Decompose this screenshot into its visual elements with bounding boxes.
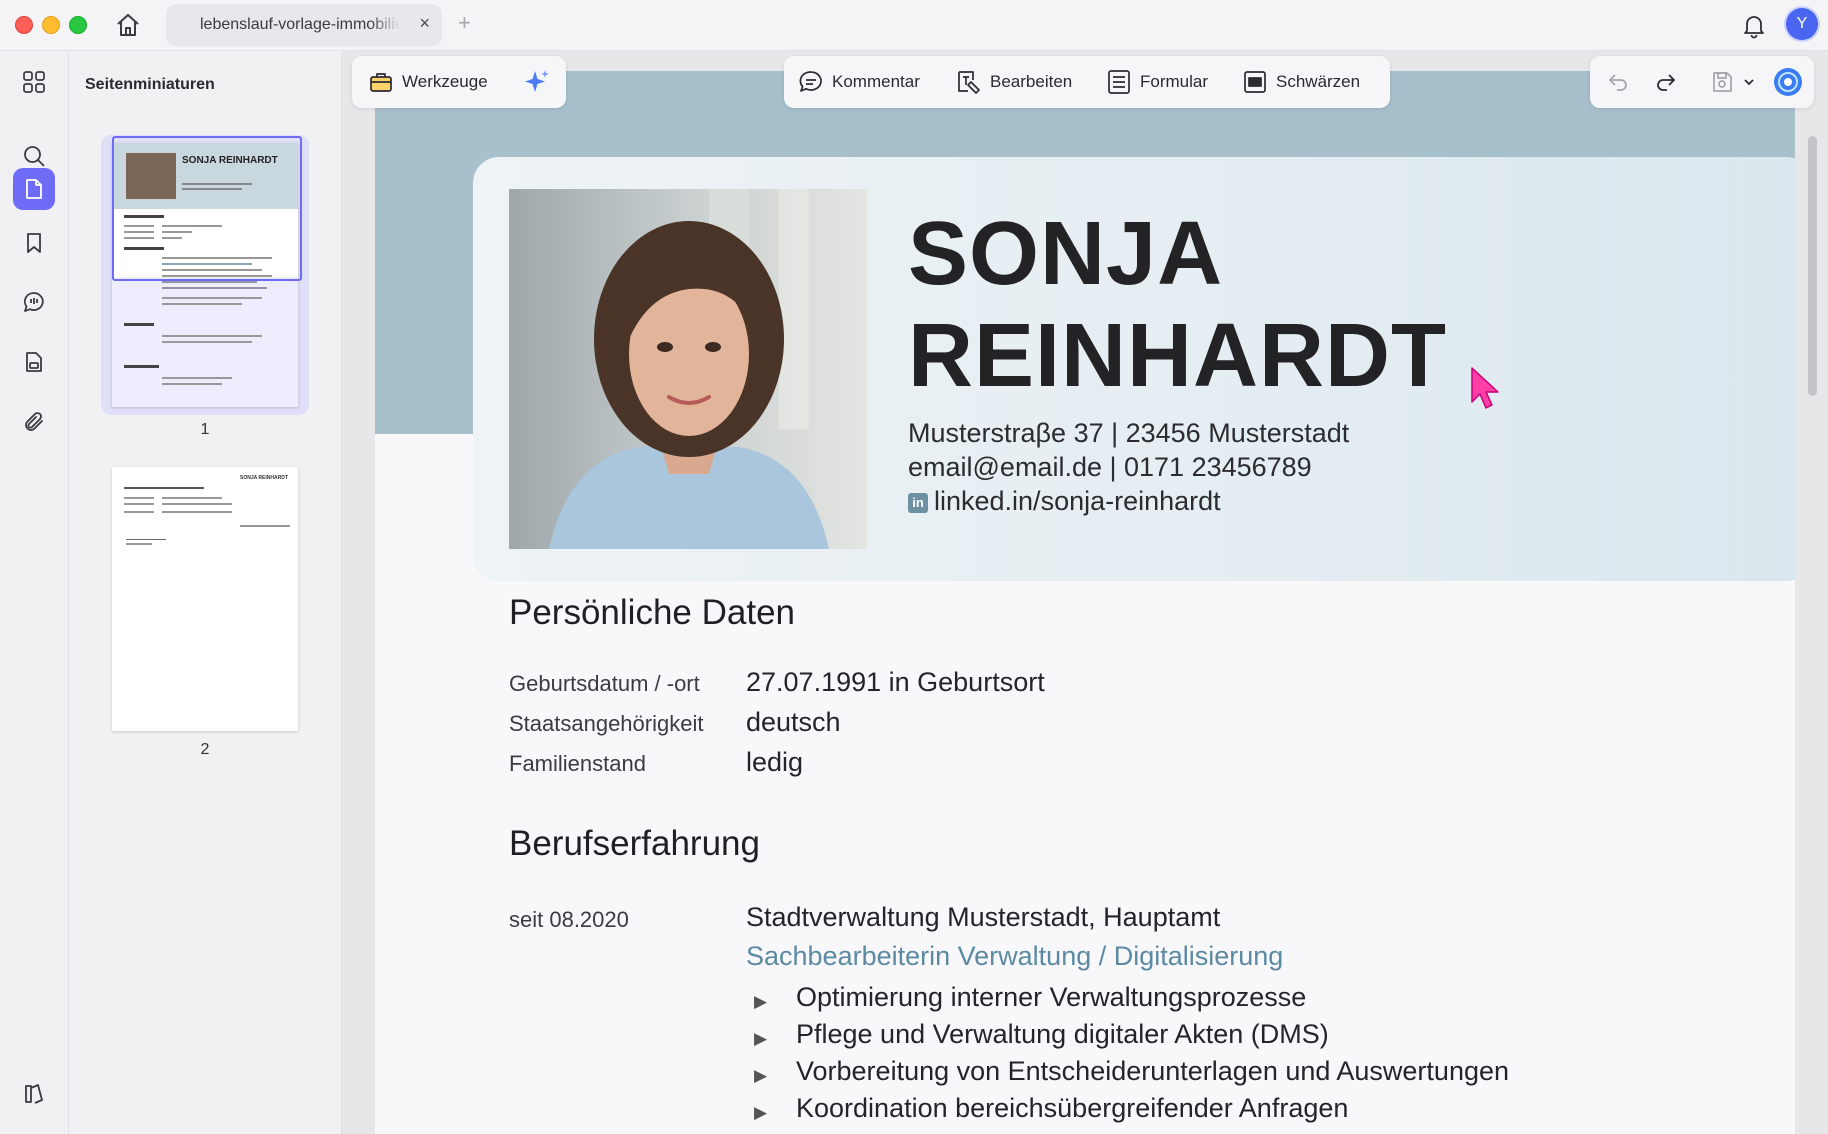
nationality-label: Staatsangehörigkeit <box>509 711 704 736</box>
vertical-scrollbar[interactable] <box>1808 136 1817 396</box>
tools-label: Werkzeuge <box>402 72 488 91</box>
tab-title: lebenslauf-vorlage-immobilienmakler.pdf <box>200 16 400 33</box>
pages-icon[interactable] <box>13 168 55 210</box>
undo-button[interactable] <box>1606 56 1638 108</box>
comment-bubble-icon <box>799 71 822 92</box>
marital-status-value: ledig <box>746 747 804 777</box>
bullet-icon: ▶ <box>754 992 768 1011</box>
experience-bullet: Optimierung interner Verwaltungsprozesse <box>796 982 1307 1012</box>
redo-icon <box>1657 74 1675 91</box>
page-number-2: 2 <box>200 741 210 758</box>
attachment-icon[interactable] <box>13 401 55 443</box>
tab-close-icon[interactable]: × <box>419 13 430 34</box>
panel-title: Seitenminiaturen <box>85 76 215 93</box>
zoom-window-button[interactable] <box>69 16 87 34</box>
thumb-2-name: SONJA REINHARDT <box>240 475 288 481</box>
form-mode-button[interactable]: Formular <box>1106 56 1208 108</box>
tools-toolbar: Werkzeuge <box>352 56 566 108</box>
redact-label: Schwärzen <box>1276 72 1361 91</box>
minimize-window-button[interactable] <box>42 16 60 34</box>
tools-button[interactable]: Werkzeuge <box>368 56 488 108</box>
thumbnails-grid-icon[interactable] <box>13 61 55 103</box>
nationality-value: deutsch <box>746 707 841 737</box>
experience-bullet: Vorbereitung von Entscheiderunterlagen u… <box>796 1056 1510 1086</box>
personal-data-heading: Persönliche Daten <box>509 593 795 632</box>
linkedin-icon: in <box>908 493 928 513</box>
linkedin-url: linked.in/sonja-reinhardt <box>934 486 1221 516</box>
bullet-icon: ▶ <box>754 1029 768 1048</box>
save-icon <box>1713 72 1732 92</box>
birthdate-label: Geburtsdatum / -ort <box>509 671 700 696</box>
chevron-down-icon <box>1744 79 1754 86</box>
portrait-photo <box>509 189 867 549</box>
experience-bullet: Koordination bereichsübergreifender Anfr… <box>796 1093 1349 1123</box>
page-thumbnail-2[interactable]: SONJA REINHARDT <box>112 467 298 731</box>
mouse-pointer-icon <box>1470 366 1504 417</box>
toolbox-icon <box>370 73 392 92</box>
edit-mode-button[interactable]: Bearbeiten <box>956 56 1072 108</box>
experience-bullet: Pflege und Verwaltung digitaler Akten (D… <box>796 1019 1329 1049</box>
name-first: SONJA <box>908 204 1224 304</box>
name-last: REINHARDT <box>908 306 1447 406</box>
save-options-dropdown[interactable] <box>1742 56 1764 108</box>
document-icon[interactable] <box>13 341 55 383</box>
comment-label: Kommentar <box>832 72 920 91</box>
ai-assistant-button[interactable] <box>522 56 560 108</box>
edit-text-icon <box>958 71 980 94</box>
save-button[interactable] <box>1710 56 1742 108</box>
user-avatar[interactable]: Y <box>1786 8 1818 40</box>
page-thumbnail-1[interactable]: SONJA REINHARDT <box>112 143 298 407</box>
close-window-button[interactable] <box>15 16 33 34</box>
page-thumbnail-1-highlight[interactable]: SONJA REINHARDT <box>101 135 309 415</box>
ai-orb-icon <box>1774 68 1802 96</box>
form-icon <box>1108 70 1130 94</box>
home-icon[interactable] <box>112 9 144 41</box>
thumbnail-panel: Seitenminiaturen SONJA REINHARDT 1 SONJA… <box>69 51 342 1134</box>
redact-icon <box>1244 71 1266 93</box>
birthdate-value: 27.07.1991 in Geburtsort <box>746 667 1045 697</box>
reader-icon[interactable] <box>13 1073 55 1115</box>
edit-mode-toolbar: Kommentar Bearbeiten Formular Schwärzen <box>784 56 1390 108</box>
thumb-photo <box>126 153 176 199</box>
comment-icon[interactable] <box>13 281 55 323</box>
page-number-1: 1 <box>200 421 210 438</box>
document-tab[interactable]: lebenslauf-vorlage-immobilienmakler.pdf … <box>166 4 442 46</box>
form-label: Formular <box>1140 72 1209 91</box>
thumb-name: SONJA REINHARDT <box>182 155 278 166</box>
applicant-name: SONJA REINHARDT <box>908 203 1447 407</box>
comment-mode-button[interactable]: Kommentar <box>798 56 920 108</box>
experience-role: Sachbearbeiterin Verwaltung / Digitalisi… <box>746 941 1284 971</box>
notification-bell-icon[interactable] <box>1740 11 1768 39</box>
edit-label: Bearbeiten <box>990 72 1073 91</box>
bookmark-icon[interactable] <box>13 222 55 264</box>
document-viewer[interactable]: SONJA REINHARDT Musterstraβe 37 | 23456 … <box>342 51 1828 1134</box>
email-phone: email@email.de | 0171 23456789 <box>908 452 1312 482</box>
redact-mode-button[interactable]: Schwärzen <box>1242 56 1360 108</box>
experience-employer: Stadtverwaltung Musterstadt, Hauptamt <box>746 902 1221 932</box>
pdf-page: SONJA REINHARDT Musterstraβe 37 | 23456 … <box>375 71 1795 1134</box>
linkedin-line[interactable]: in linked.in/sonja-reinhardt <box>908 486 1221 517</box>
title-bar: lebenslauf-vorlage-immobilienmakler.pdf … <box>0 0 1828 51</box>
experience-heading: Berufserfahrung <box>509 824 760 863</box>
left-tool-rail <box>0 51 69 1134</box>
bullet-icon: ▶ <box>754 1066 768 1085</box>
bullet-icon: ▶ <box>754 1103 768 1122</box>
new-tab-button[interactable]: + <box>458 10 471 36</box>
undo-icon <box>1609 74 1627 91</box>
experience-period: seit 08.2020 <box>509 907 629 932</box>
redo-button[interactable] <box>1654 56 1686 108</box>
sparkle-icon <box>525 70 549 92</box>
address: Musterstraβe 37 | 23456 Musterstadt <box>908 418 1350 448</box>
ai-assistant-orb[interactable] <box>1772 56 1812 108</box>
history-toolbar <box>1590 56 1814 108</box>
marital-status-label: Familienstand <box>509 751 646 776</box>
